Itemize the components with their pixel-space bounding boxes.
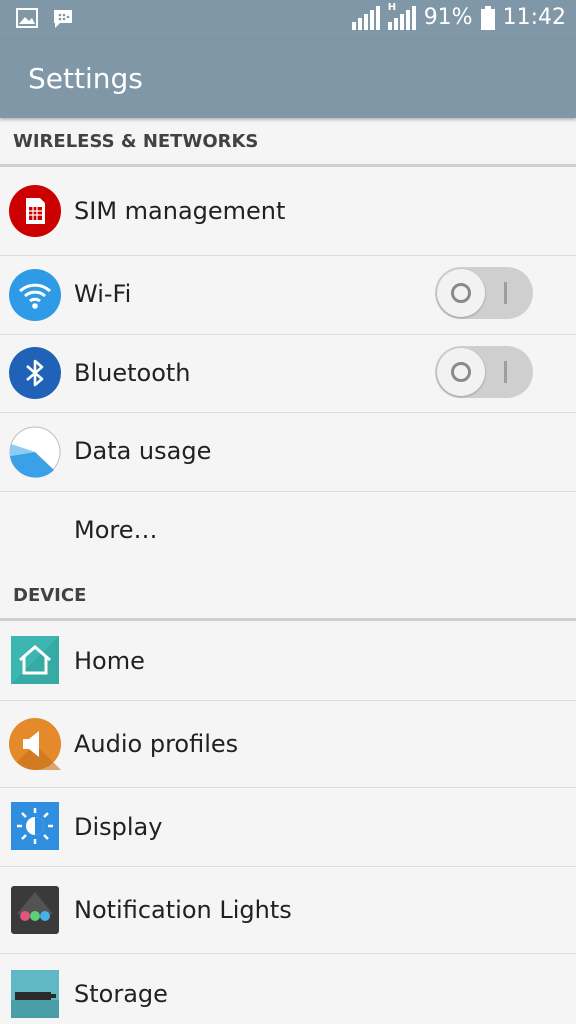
data-usage-icon xyxy=(9,426,61,478)
settings-item-more[interactable]: More… xyxy=(0,492,576,569)
status-bar: H 91% 11:42 xyxy=(0,0,576,40)
notification-lights-icon xyxy=(11,886,59,934)
settings-item-notification-lights[interactable]: Notification Lights xyxy=(0,867,576,954)
wifi-toggle[interactable] xyxy=(435,267,533,319)
home-icon xyxy=(11,636,59,684)
section-header-device: DEVICE xyxy=(0,572,576,621)
settings-item-home[interactable]: Home xyxy=(0,621,576,701)
gallery-icon xyxy=(16,8,38,28)
messenger-icon xyxy=(54,10,72,28)
signal-icon: H xyxy=(387,2,416,30)
brightness-icon xyxy=(11,802,59,850)
settings-item-display[interactable]: Display xyxy=(0,788,576,867)
settings-item-audio-profiles[interactable]: Audio profiles xyxy=(0,701,576,788)
speaker-icon xyxy=(9,718,61,770)
settings-item-wifi[interactable]: Wi-Fi xyxy=(0,256,576,335)
battery-icon xyxy=(480,5,495,30)
page-title: Settings xyxy=(28,62,143,95)
settings-item-bluetooth[interactable]: Bluetooth xyxy=(0,335,576,413)
signal-icon xyxy=(351,5,380,30)
toggle-knob xyxy=(437,269,485,317)
toggle-knob xyxy=(437,348,485,396)
settings-item-storage[interactable]: Storage xyxy=(0,954,576,1024)
bluetooth-toggle[interactable] xyxy=(435,346,533,398)
clock: 11:42 xyxy=(502,5,566,30)
section-header-wireless: WIRELESS & NETWORKS xyxy=(0,118,576,167)
settings-item-sim-management[interactable]: SIM management xyxy=(0,167,576,256)
sim-card-icon xyxy=(9,185,61,237)
battery-percent: 91% xyxy=(423,5,473,30)
storage-icon xyxy=(11,970,59,1018)
wifi-icon xyxy=(9,269,61,321)
network-type: H xyxy=(387,1,397,13)
app-bar: Settings xyxy=(0,40,576,118)
bluetooth-icon xyxy=(9,347,61,399)
settings-item-data-usage[interactable]: Data usage xyxy=(0,413,576,492)
